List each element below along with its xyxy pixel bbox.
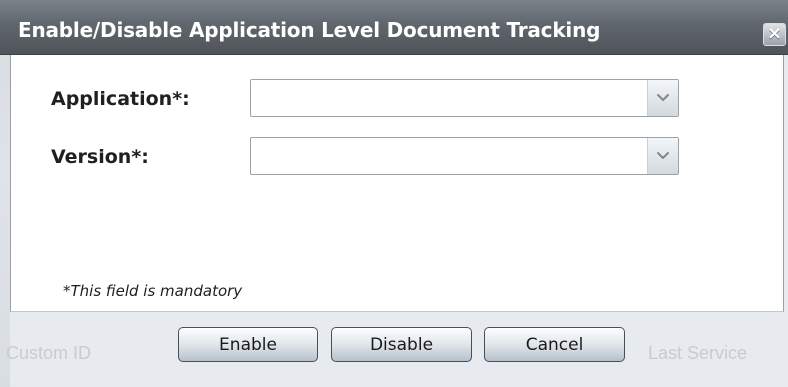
application-select[interactable] — [250, 79, 679, 117]
chevron-down-icon[interactable] — [647, 80, 678, 116]
dialog-title: Enable/Disable Application Level Documen… — [18, 18, 601, 42]
screen: Custom ID Last Service Enable/Disable Ap… — [0, 0, 788, 387]
version-row: Version*: — [51, 137, 681, 175]
close-icon: × — [766, 22, 783, 44]
mandatory-field-note: *This field is mandatory — [63, 282, 243, 300]
close-button[interactable]: × — [763, 23, 786, 46]
version-label: Version*: — [51, 146, 149, 168]
version-select[interactable] — [250, 137, 679, 175]
dialog-content-panel: Application*: Version*: *This field is m… — [10, 55, 784, 312]
document-tracking-dialog: Enable/Disable Application Level Documen… — [0, 0, 788, 387]
application-row: Application*: — [51, 79, 681, 117]
dialog-titlebar: Enable/Disable Application Level Documen… — [0, 0, 788, 55]
chevron-down-icon[interactable] — [647, 138, 678, 174]
application-label: Application*: — [51, 88, 190, 110]
cancel-button[interactable]: Cancel — [484, 327, 625, 362]
enable-button[interactable]: Enable — [178, 327, 318, 362]
disable-button[interactable]: Disable — [331, 327, 472, 362]
